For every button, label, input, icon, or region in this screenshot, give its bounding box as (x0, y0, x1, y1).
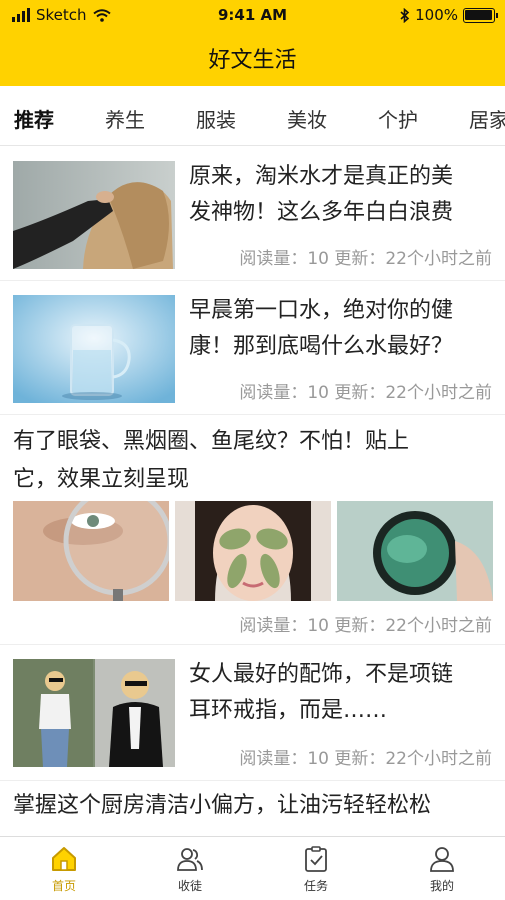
tab-home[interactable]: 居家 (469, 104, 505, 133)
article-title: 早晨第一口水，绝对你的健 康！那到底喝什么水最好？ (189, 298, 454, 359)
article-meta: 阅读量：10 更新：22个小时之前 (239, 749, 492, 769)
task-clipboard-icon (305, 846, 327, 872)
article-item[interactable]: 掌握这个厨房清洁小偏方，让油污轻轻松松 (0, 781, 505, 836)
bottom-nav: 首页 收徒 任务 我的 (0, 836, 505, 900)
nav-home[interactable]: 首页 (24, 845, 104, 894)
article-thumbnail (13, 501, 169, 601)
article-meta: 阅读量：10 更新：22个小时之前 (239, 383, 492, 403)
nav-tasks[interactable]: 任务 (276, 845, 356, 894)
nav-label: 任务 (303, 879, 328, 893)
article-image-row (13, 501, 493, 601)
nav-label: 首页 (51, 879, 76, 893)
article-thumbnail (13, 659, 175, 767)
article-thumbnail (337, 501, 493, 601)
tab-makeup[interactable]: 美妆 (287, 104, 327, 133)
home-icon (52, 847, 76, 871)
article-thumbnail (13, 295, 175, 403)
article-thumbnail (13, 161, 175, 269)
tab-clothing[interactable]: 服装 (196, 104, 236, 133)
nav-label: 我的 (429, 879, 454, 893)
users-icon (177, 848, 203, 871)
bluetooth-icon (400, 7, 410, 23)
article-title: 女人最好的配饰，不是项链 耳环戒指，而是…… (189, 662, 454, 723)
status-bar: Sketch 9:41 AM 100% (0, 0, 505, 30)
tab-recommend[interactable]: 推荐 (14, 104, 54, 133)
page-title: 好文生活 (208, 48, 297, 73)
tab-personal-care[interactable]: 个护 (378, 104, 418, 133)
nav-profile[interactable]: 我的 (402, 845, 482, 894)
article-meta: 阅读量：10 更新：22个小时之前 (239, 616, 492, 636)
battery-percent: 100% (415, 6, 458, 24)
article-title: 原来，淘米水才是真正的美 发神物！这么多年白白浪费 (189, 164, 454, 225)
article-item[interactable]: 有了眼袋、黑烟圈、鱼尾纹？不怕！贴上 它，效果立刻呈现 阅读量：10 更新：22… (0, 415, 505, 645)
article-meta: 阅读量：10 更新：22个小时之前 (239, 249, 492, 269)
battery-level (465, 9, 492, 20)
article-title: 有了眼袋、黑烟圈、鱼尾纹？不怕！贴上 它，效果立刻呈现 (13, 429, 410, 492)
nav-label: 收徒 (177, 879, 202, 893)
nav-apprentice[interactable]: 收徒 (150, 845, 230, 894)
tab-health[interactable]: 养生 (105, 104, 145, 133)
article-item[interactable]: 早晨第一口水，绝对你的健 康！那到底喝什么水最好？ 阅读量：10 更新：22个小… (0, 281, 505, 415)
article-item[interactable]: 原来，淘米水才是真正的美 发神物！这么多年白白浪费 阅读量：10 更新：22个小… (0, 147, 505, 281)
article-title: 掌握这个厨房清洁小偏方，让油污轻轻松松 (13, 793, 432, 818)
article-item[interactable]: 女人最好的配饰，不是项链 耳环戒指，而是…… 阅读量：10 更新：22个小时之前 (0, 645, 505, 781)
category-tabs: 推荐 养生 服装 美妆 个护 居家 (0, 86, 505, 146)
article-thumbnail (175, 501, 331, 601)
profile-icon (430, 847, 454, 872)
battery-icon (463, 7, 498, 23)
app-header: Sketch 9:41 AM 100% 好文生活 (0, 0, 505, 86)
